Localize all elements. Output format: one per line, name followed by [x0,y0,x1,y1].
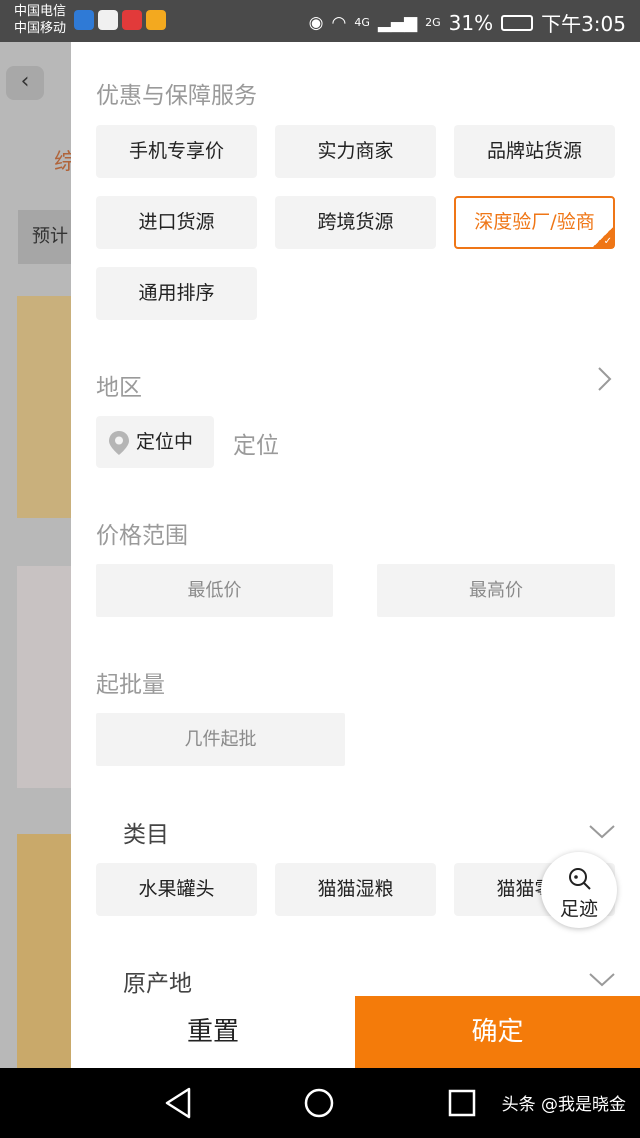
recents-nav-icon[interactable] [448,1089,476,1117]
min-price-input[interactable] [96,564,333,617]
carrier-1: 中国电信 [14,4,67,19]
chevron-down-icon[interactable] [589,966,615,992]
chip-brand-source[interactable]: 品牌站货源 [454,125,615,178]
signal-2g-icon: 2G [425,16,441,29]
product-image [17,834,77,1068]
locate-button[interactable]: 定位中 [96,416,214,468]
navigation-bar: 头条 @我是晓金 [0,1068,640,1138]
confirm-button[interactable]: 确定 [355,996,640,1068]
battery-icon [501,14,534,31]
signal-4g-icon: 4G [354,16,370,29]
watermark: 头条 @我是晓金 [501,1095,626,1115]
status-bar: 中国电信 中国移动 ◉ ◠ 4G ▂▄▆ 2G 31% 下午3:05 [0,0,640,42]
locate-button-label: 定位中 [136,431,194,453]
video-app-icon [98,10,118,30]
back-button[interactable]: ‹ [6,66,44,100]
chip-cat-wet-food[interactable]: 猫猫湿粮 [275,863,436,916]
filter-panel: 优惠与保障服务 手机专享价 实力商家 品牌站货源 进口货源 跨境货源 深度验厂/… [71,42,640,996]
service-section-title: 优惠与保障服务 [96,83,257,109]
chevron-down-icon[interactable] [589,818,615,844]
location-pin-icon [109,431,129,455]
chip-import-source[interactable]: 进口货源 [96,196,257,249]
signal-bars-icon: ▂▄▆ [377,12,418,33]
chip-fruit-can[interactable]: 水果罐头 [96,863,257,916]
origin-section-title: 原产地 [123,971,192,996]
carrier-info: 中国电信 中国移动 [14,3,66,37]
chip-mobile-price[interactable]: 手机专享价 [96,125,257,178]
location-text: 定位 [233,433,279,459]
check-icon: ✓ [592,226,614,248]
battery-percent: 31% [448,10,494,35]
category-section-title: 类目 [123,822,169,848]
eye-icon: ◉ [308,12,324,33]
clock: 下午3:05 [541,12,626,36]
carrier-2: 中国移动 [14,21,67,36]
price-section-title: 价格范围 [96,523,188,549]
moq-input[interactable] [96,713,345,766]
back-nav-icon[interactable] [164,1087,192,1119]
footprint-button[interactable]: 足迹 [541,852,617,928]
reset-button[interactable]: 重置 [71,996,355,1068]
product-image [17,296,77,518]
chip-strong-merchant[interactable]: 实力商家 [275,125,436,178]
chevron-right-icon[interactable] [591,366,617,392]
footprint-icon [569,868,591,890]
region-section-title: 地区 [96,375,142,401]
weibo-app-icon [146,10,166,30]
back-arrow-icon: ‹ [20,69,30,94]
max-price-input[interactable] [377,564,615,617]
toutiao-app-icon [122,10,142,30]
shield-app-icon [74,10,94,30]
chip-general-sort[interactable]: 通用排序 [96,267,257,320]
footprint-label: 足迹 [559,898,598,920]
background-chip: 预计 [18,210,78,264]
status-right: ◉ ◠ 4G ▂▄▆ 2G 31% 下午3:05 [309,8,626,37]
moq-section-title: 起批量 [96,672,165,698]
chip-factory-verified-label: 深度验厂/验商 [474,211,595,233]
product-image [17,566,77,788]
home-nav-icon[interactable] [304,1088,334,1118]
notification-icons [74,10,166,30]
chip-crossborder-source[interactable]: 跨境货源 [275,196,436,249]
chip-factory-verified[interactable]: 深度验厂/验商 ✓ [454,196,615,249]
wifi-icon: ◠ [331,12,347,33]
